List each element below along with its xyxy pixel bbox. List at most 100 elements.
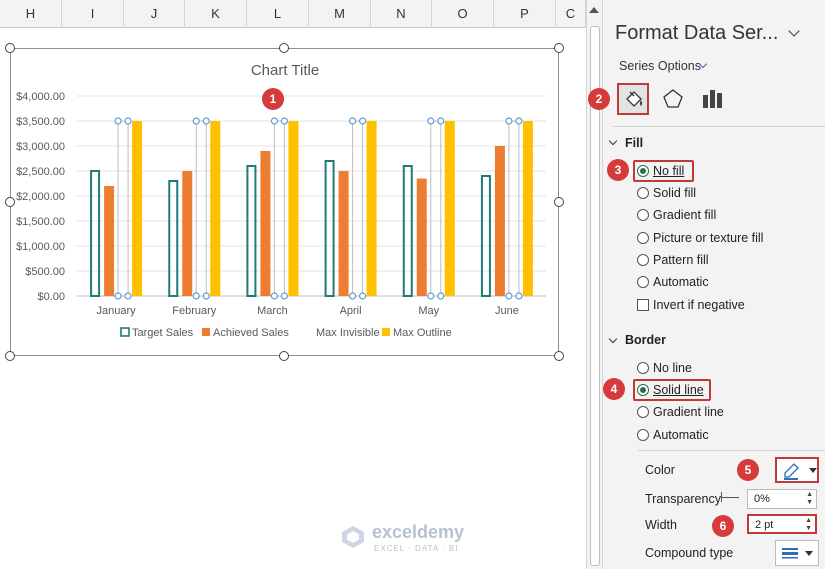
radio-icon[interactable] (637, 187, 649, 199)
selection-handle[interactable] (358, 292, 367, 300)
bar[interactable] (104, 186, 115, 296)
chevron-down-icon[interactable] (788, 25, 800, 37)
legend-label[interactable]: Max Outline (393, 327, 452, 339)
selection-handle[interactable] (348, 292, 357, 300)
bar[interactable] (182, 171, 193, 296)
column-header[interactable]: O (432, 0, 494, 28)
selection-handle[interactable] (348, 117, 357, 125)
radio-icon[interactable] (637, 406, 649, 418)
compound-type-dropdown[interactable] (775, 540, 819, 566)
bar[interactable] (90, 170, 101, 297)
bar[interactable] (480, 175, 491, 297)
selection-handle[interactable] (202, 292, 210, 300)
border-section-header[interactable]: Border (625, 333, 666, 347)
selection-handle[interactable] (192, 292, 200, 300)
bar[interactable] (168, 180, 179, 297)
transparency-input[interactable]: 0% ▲ ▼ (747, 489, 817, 509)
bar[interactable] (416, 178, 427, 297)
legend[interactable]: Target Sales Achieved Sales Max Invisible M… (120, 327, 452, 339)
chart-title[interactable]: Chart Title (251, 62, 319, 79)
legend-label[interactable]: Target Sales (132, 327, 194, 339)
resize-handle[interactable] (5, 43, 15, 53)
selection-handle[interactable] (202, 117, 210, 125)
radio-icon[interactable] (637, 362, 649, 374)
column-header[interactable]: M (309, 0, 371, 28)
fill-line-tab[interactable] (617, 83, 649, 115)
resize-handle[interactable] (554, 351, 564, 361)
bar[interactable] (494, 146, 505, 296)
spinner-arrows-icon[interactable]: ▲ ▼ (806, 491, 813, 507)
selection-handle[interactable] (280, 117, 289, 125)
selection-handle[interactable] (114, 292, 122, 300)
bar[interactable] (117, 120, 129, 297)
column-header[interactable]: K (185, 0, 247, 28)
fill-section-header[interactable]: Fill (625, 136, 643, 150)
series-options-tab[interactable] (697, 83, 729, 115)
legend-label[interactable]: Achieved Sales (213, 327, 289, 339)
bar[interactable] (402, 165, 413, 297)
selection-handle[interactable] (270, 292, 279, 300)
bar[interactable] (195, 120, 207, 297)
width-input[interactable]: 2 pt ▲ ▼ (747, 514, 817, 534)
radio-icon[interactable] (637, 254, 649, 266)
selection-handle[interactable] (358, 117, 367, 125)
radio-icon[interactable] (637, 232, 649, 244)
column-header[interactable]: I (62, 0, 124, 28)
resize-handle[interactable] (279, 43, 289, 53)
bar[interactable] (352, 120, 364, 297)
selection-handle[interactable] (505, 117, 513, 125)
bars[interactable] (90, 117, 533, 300)
selection-handle[interactable] (427, 117, 435, 125)
selection-handle[interactable] (270, 117, 279, 125)
resize-handle[interactable] (554, 43, 564, 53)
resize-handle[interactable] (554, 197, 564, 207)
radio-icon[interactable] (637, 276, 649, 288)
selection-handle[interactable] (280, 292, 289, 300)
selection-handle[interactable] (437, 117, 445, 125)
chart-canvas[interactable]: Chart Title $0.00 $500.00 $1,000.00 $1,500.… (11, 49, 560, 357)
column-header[interactable]: N (371, 0, 432, 28)
checkbox-icon[interactable] (637, 299, 649, 311)
column-header[interactable]: P (494, 0, 556, 28)
bar[interactable] (430, 120, 442, 297)
selection-handle[interactable] (437, 292, 445, 300)
selection-handle[interactable] (505, 292, 513, 300)
resize-handle[interactable] (5, 351, 15, 361)
selection-handle[interactable] (124, 117, 132, 125)
bar[interactable] (260, 151, 271, 296)
radio-icon[interactable] (637, 209, 649, 221)
column-header[interactable]: L (247, 0, 309, 28)
transparency-slider[interactable] (721, 497, 739, 498)
selection-handle[interactable] (124, 292, 132, 300)
bar[interactable] (338, 171, 349, 296)
column-header[interactable]: C (556, 0, 586, 28)
resize-handle[interactable] (279, 351, 289, 361)
scroll-up-arrow-icon[interactable] (589, 7, 599, 13)
chevron-down-icon[interactable] (608, 136, 618, 146)
bar[interactable] (246, 165, 257, 297)
bar[interactable] (444, 121, 455, 296)
vertical-scrollbar[interactable] (586, 0, 603, 569)
selection-handle[interactable] (515, 117, 523, 125)
bar[interactable] (508, 120, 520, 297)
bar[interactable] (210, 121, 221, 296)
resize-handle[interactable] (5, 197, 15, 207)
selection-handle[interactable] (427, 292, 435, 300)
spinner-arrows-icon[interactable]: ▲ ▼ (805, 517, 812, 533)
selection-handle[interactable] (114, 117, 122, 125)
bar[interactable] (132, 121, 143, 296)
bar[interactable] (324, 160, 335, 297)
chart-area[interactable]: Chart Title $0.00 $500.00 $1,000.00 $1,500.… (10, 48, 559, 356)
outline-color-button[interactable] (775, 457, 819, 483)
column-header[interactable]: J (124, 0, 185, 28)
dropdown-caret-icon[interactable] (809, 468, 817, 473)
bar[interactable] (366, 121, 377, 296)
selection-handle[interactable] (515, 292, 523, 300)
effects-tab[interactable] (657, 83, 689, 115)
legend-label[interactable]: Max Invisible (316, 327, 380, 339)
radio-icon[interactable] (637, 429, 649, 441)
selection-handle[interactable] (192, 117, 200, 125)
bar[interactable] (273, 120, 285, 297)
bar[interactable] (288, 121, 299, 296)
bar[interactable] (522, 121, 533, 296)
